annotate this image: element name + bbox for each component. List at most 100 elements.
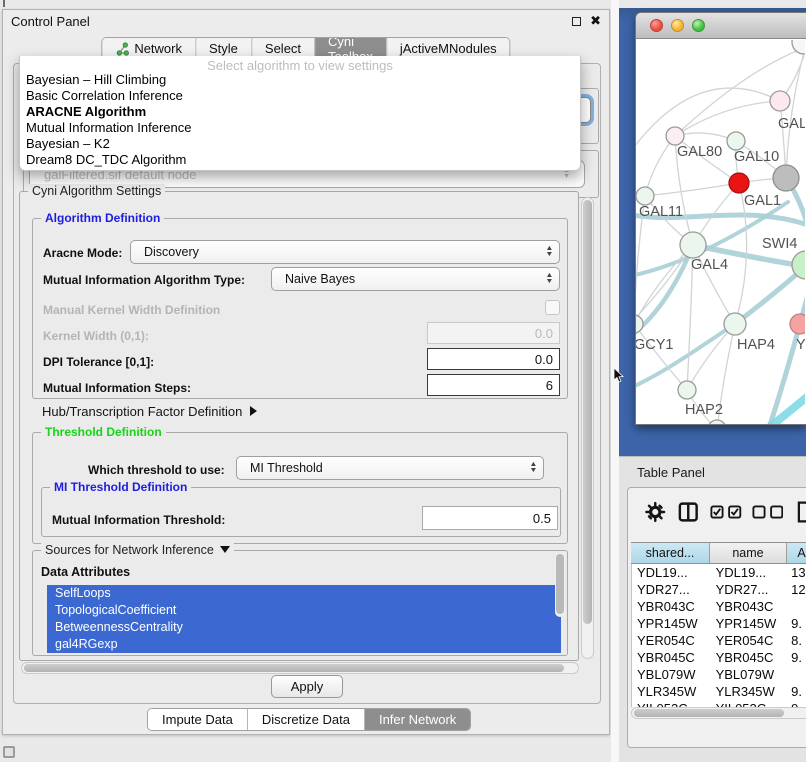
tab-discretize-data[interactable]: Discretize Data — [247, 709, 364, 730]
close-traffic-light[interactable] — [650, 19, 663, 32]
mi-threshold-field[interactable]: 0.5 — [422, 506, 558, 530]
network-node[interactable] — [790, 314, 805, 334]
checked-columns-icon[interactable] — [710, 504, 742, 520]
aracne-mode-combo[interactable]: Discovery ▲▼ — [130, 240, 560, 264]
column-header-name[interactable]: name — [710, 543, 787, 563]
table-row[interactable]: YBR043CYBR043C — [632, 598, 806, 615]
column-header-shared-name[interactable]: shared... — [631, 543, 710, 563]
table-row[interactable]: YIL052CYIL052C9. — [632, 700, 806, 707]
hub-definition-expander[interactable]: Hub/Transcription Factor Definition — [42, 404, 257, 419]
table-cell[interactable]: YIL052C — [632, 700, 711, 707]
document-icon[interactable] — [797, 500, 806, 524]
table-row[interactable]: YDR27...YDR27...12 — [632, 581, 806, 598]
table-cell[interactable]: YDL19... — [632, 564, 711, 581]
table-cell[interactable]: YBR043C — [711, 598, 788, 615]
dropdown-item[interactable]: Bayesian – Hill Climbing — [20, 72, 580, 88]
apply-button[interactable]: Apply — [271, 675, 343, 698]
network-node[interactable] — [729, 173, 749, 193]
attribute-item[interactable]: BetweennessCentrality — [47, 619, 561, 636]
dropdown-item[interactable]: Mutual Information Inference — [20, 120, 580, 136]
table-row[interactable]: YBL079WYBL079W — [632, 666, 806, 683]
table-cell[interactable]: YDR27... — [711, 581, 788, 598]
float-window-icon[interactable] — [572, 17, 581, 26]
table-cell[interactable]: 9. — [787, 649, 806, 666]
table-cell[interactable] — [787, 598, 806, 615]
table-cell[interactable]: 13 — [787, 564, 806, 581]
network-node[interactable] — [773, 165, 799, 191]
network-graph[interactable]: GALGAL80GAL10GAL1GAL11SWI4GAL4GCY1HAP4YH… — [636, 40, 805, 425]
table-cell[interactable]: YER054C — [632, 632, 711, 649]
which-threshold-label: Which threshold to use: — [88, 463, 225, 477]
node-table: shared... name A YDL19...YDL19...13YDR27… — [631, 542, 806, 707]
network-node[interactable] — [708, 420, 726, 425]
table-cell[interactable]: YLR345W — [711, 683, 788, 700]
unchecked-columns-icon[interactable] — [752, 504, 784, 520]
table-row[interactable]: YPR145WYPR145W9. — [632, 615, 806, 632]
table-cell[interactable]: YBR045C — [711, 649, 788, 666]
table-cell[interactable]: YER054C — [711, 632, 788, 649]
table-cell[interactable]: YBR045C — [632, 649, 711, 666]
dropdown-item[interactable]: Basic Correlation Inference — [20, 88, 580, 104]
column-header-partial[interactable]: A — [787, 543, 806, 563]
control-panel-titlebar: Control Panel ✖ — [3, 10, 609, 32]
table-cell[interactable]: 9. — [787, 615, 806, 632]
table-row[interactable]: YLR345WYLR345W9. — [632, 683, 806, 700]
table-cell[interactable]: YBL079W — [632, 666, 711, 683]
tab-infer-network[interactable]: Infer Network — [364, 709, 470, 730]
close-icon[interactable]: ✖ — [590, 16, 601, 26]
network-desktop: GALGAL80GAL10GAL1GAL11SWI4GAL4GCY1HAP4YH… — [619, 8, 806, 456]
mi-type-combo[interactable]: Naive Bayes ▲▼ — [271, 267, 560, 291]
network-node-label: GCY1 — [636, 337, 674, 353]
kernel-width-label: Kernel Width (0,1): — [43, 329, 149, 343]
network-node[interactable] — [770, 91, 790, 111]
dropdown-item[interactable]: Bayesian – K2 — [20, 136, 580, 152]
minimized-panel-icon[interactable] — [3, 746, 15, 758]
zoom-traffic-light[interactable] — [692, 19, 705, 32]
table-cell[interactable]: YDL19... — [711, 564, 788, 581]
dropdown-item[interactable]: Dream8 DC_TDC Algorithm — [20, 152, 580, 168]
table-body: YDL19...YDL19...13YDR27...YDR27...12YBR0… — [631, 564, 806, 707]
table-cell[interactable]: YPR145W — [632, 615, 711, 632]
network-node[interactable] — [666, 127, 684, 145]
mi-steps-field[interactable]: 6 — [427, 374, 560, 396]
table-cell[interactable]: YDR27... — [632, 581, 711, 598]
gear-icon[interactable] — [645, 501, 666, 523]
dropdown-item-aracne[interactable]: ARACNE Algorithm — [20, 104, 580, 120]
which-threshold-combo[interactable]: MI Threshold ▲▼ — [236, 456, 544, 480]
network-node[interactable] — [678, 381, 696, 399]
dpi-tolerance-field[interactable]: 0.0 — [427, 348, 560, 370]
table-row[interactable]: YDL19...YDL19...13 — [632, 564, 806, 581]
settings-vertical-scrollbar[interactable] — [581, 197, 594, 659]
attribute-item[interactable]: SelfLoops — [47, 585, 561, 602]
network-node[interactable] — [724, 313, 746, 335]
table-row[interactable]: YER054CYER054C8. — [632, 632, 806, 649]
table-cell[interactable]: YBR043C — [632, 598, 711, 615]
attribute-item[interactable]: gal4RGexp — [47, 636, 561, 653]
tab-impute-data[interactable]: Impute Data — [148, 709, 247, 730]
table-row[interactable]: YBR045CYBR045C9. — [632, 649, 806, 666]
split-columns-icon[interactable] — [678, 501, 699, 523]
network-node[interactable] — [636, 187, 654, 205]
table-cell[interactable]: 9. — [787, 700, 806, 707]
table-cell[interactable]: YLR345W — [632, 683, 711, 700]
table-cell[interactable]: YIL052C — [711, 700, 788, 707]
kernel-width-field[interactable]: 0.0 — [427, 322, 560, 344]
network-view-window[interactable]: GALGAL80GAL10GAL1GAL11SWI4GAL4GCY1HAP4YH… — [635, 12, 806, 425]
network-window-titlebar[interactable] — [636, 13, 806, 39]
network-node[interactable] — [636, 315, 643, 333]
table-cell[interactable]: 9. — [787, 683, 806, 700]
table-horizontal-scrollbar[interactable] — [631, 707, 806, 719]
network-node[interactable] — [680, 232, 706, 258]
table-cell[interactable]: 8. — [787, 632, 806, 649]
network-node-label: GAL10 — [734, 149, 779, 165]
table-cell[interactable]: YPR145W — [711, 615, 788, 632]
table-cell[interactable]: 12 — [787, 581, 806, 598]
settings-horizontal-scrollbar[interactable] — [21, 662, 579, 674]
minimize-traffic-light[interactable] — [671, 19, 684, 32]
table-cell[interactable] — [787, 666, 806, 683]
network-node[interactable] — [727, 132, 745, 150]
manual-kernel-checkbox[interactable] — [545, 300, 560, 315]
table-cell[interactable]: YBL079W — [711, 666, 788, 683]
attributes-scrollbar[interactable] — [555, 553, 565, 617]
attribute-item[interactable]: TopologicalCoefficient — [47, 602, 561, 619]
